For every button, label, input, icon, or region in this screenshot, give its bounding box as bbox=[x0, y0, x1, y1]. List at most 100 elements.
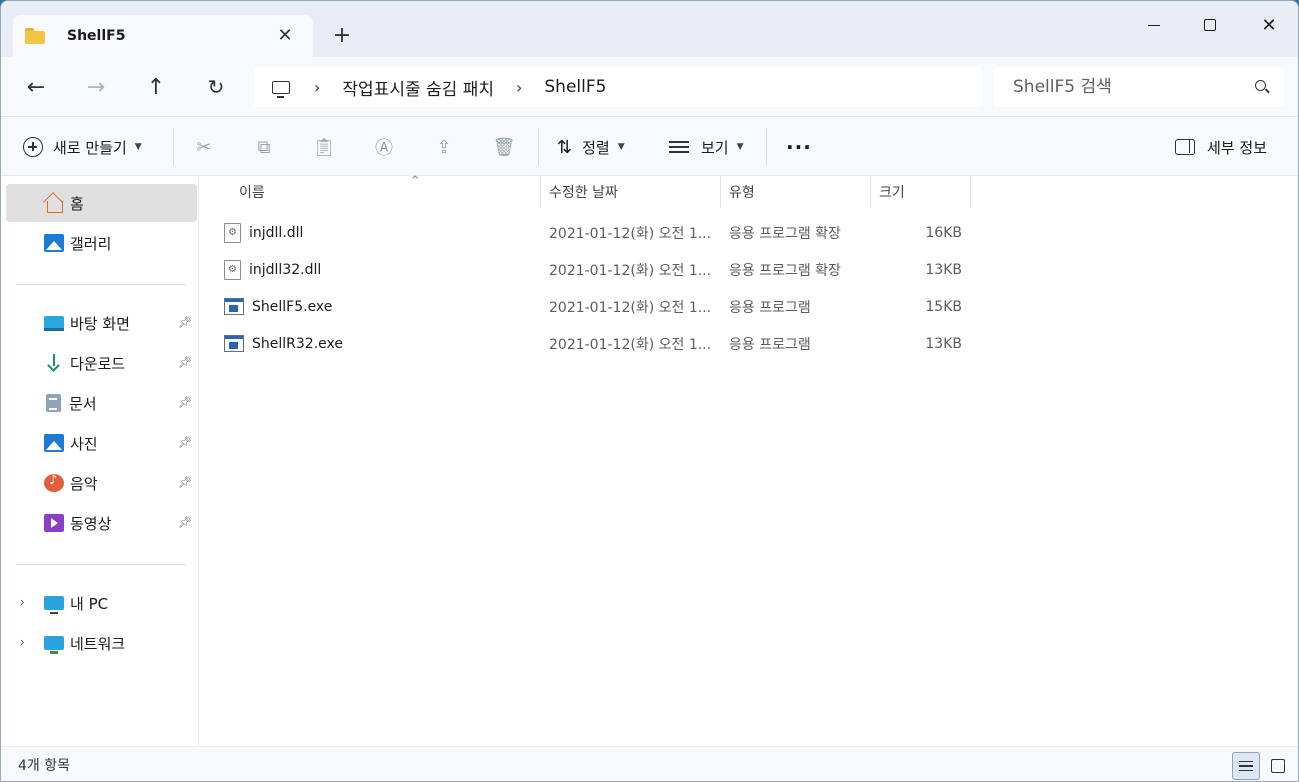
file-type: 응용 프로그램 확장 bbox=[729, 262, 841, 279]
file-date: 2021-01-12(화) 오전 1... bbox=[549, 299, 712, 316]
sidebar-item-pictures[interactable]: 사진 📌︎ bbox=[6, 424, 197, 462]
column-header-size[interactable]: 크기 bbox=[871, 176, 971, 208]
sidebar-item-desktop[interactable]: 바탕 화면 📌︎ bbox=[6, 304, 197, 342]
new-button[interactable]: 새로 만들기 ▼ bbox=[23, 132, 142, 162]
sidebar-item-music[interactable]: 음악 📌︎ bbox=[6, 464, 197, 502]
breadcrumb-separator-icon[interactable]: › bbox=[516, 78, 522, 97]
chevron-down-icon: ▼ bbox=[736, 142, 744, 152]
title-bar: ShellF5 ✕ + ✕ bbox=[1, 1, 1298, 57]
rename-icon[interactable]: Ⓐ bbox=[373, 136, 395, 159]
share-icon[interactable]: ⇪ bbox=[433, 136, 455, 158]
table-row[interactable]: injdll32.dll 2021-01-12(화) 오전 1... 응용 프로… bbox=[214, 251, 974, 288]
sidebar-item-label: 다운로드 bbox=[70, 354, 126, 373]
toolbar-divider bbox=[173, 128, 174, 166]
search-input[interactable] bbox=[1013, 77, 1243, 97]
breadcrumb-separator-icon[interactable]: › bbox=[314, 78, 320, 97]
view-button-label: 보기 bbox=[701, 138, 729, 157]
chevron-right-icon[interactable]: › bbox=[20, 595, 25, 609]
file-name-cell[interactable]: injdll.dll bbox=[224, 214, 303, 251]
gallery-icon bbox=[44, 234, 64, 252]
maximize-button[interactable] bbox=[1187, 11, 1233, 39]
column-header-type[interactable]: 유형 bbox=[721, 176, 871, 208]
minimize-button[interactable] bbox=[1131, 11, 1177, 39]
delete-icon[interactable]: 🗑︎ bbox=[493, 136, 516, 158]
search-box[interactable] bbox=[993, 67, 1284, 107]
table-row[interactable]: ShellR32.exe 2021-01-12(화) 오전 1... 응용 프로… bbox=[214, 325, 974, 362]
table-row[interactable]: ShellF5.exe 2021-01-12(화) 오전 1... 응용 프로그… bbox=[214, 288, 974, 325]
tab-title: ShellF5 bbox=[67, 28, 126, 44]
address-row: ← → ↑ ↻ › 작업표시줄 숨김 패치 › ShellF5 bbox=[1, 57, 1298, 117]
sidebar-item-label: 음악 bbox=[70, 474, 98, 493]
pin-icon[interactable]: 📌︎ bbox=[178, 516, 192, 529]
tiles-view-icon bbox=[1271, 759, 1285, 773]
search-icon[interactable] bbox=[1255, 80, 1266, 91]
cut-icon[interactable]: ✂ bbox=[193, 136, 215, 158]
file-size: 16KB bbox=[925, 224, 962, 241]
exe-file-icon bbox=[224, 298, 244, 315]
back-button[interactable]: ← bbox=[19, 72, 53, 102]
sidebar-item-label: 내 PC bbox=[70, 594, 109, 613]
details-pane-button[interactable]: 세부 정보 bbox=[1175, 132, 1267, 162]
pin-icon[interactable]: 📌︎ bbox=[178, 476, 192, 489]
arrow-left-icon: ← bbox=[26, 74, 46, 100]
pin-icon[interactable]: 📌︎ bbox=[178, 396, 192, 409]
column-header-label: 크기 bbox=[879, 185, 905, 201]
details-view-button[interactable] bbox=[1232, 752, 1260, 780]
up-button[interactable]: ↑ bbox=[139, 72, 173, 102]
refresh-button[interactable]: ↻ bbox=[199, 72, 233, 102]
sidebar-item-downloads[interactable]: 다운로드 📌︎ bbox=[6, 344, 197, 382]
file-name-cell[interactable]: ShellF5.exe bbox=[224, 288, 332, 325]
details-view-icon bbox=[1239, 761, 1253, 771]
more-options-button[interactable]: ··· bbox=[786, 132, 812, 162]
new-tab-button[interactable]: + bbox=[331, 25, 353, 47]
sidebar-item-videos[interactable]: 동영상 📌︎ bbox=[6, 504, 197, 542]
pc-icon[interactable] bbox=[272, 80, 290, 98]
forward-button[interactable]: → bbox=[79, 72, 113, 102]
file-list: 이름 ^ 수정한 날짜 유형 크기 injdll.dll 2021-01-12(… bbox=[200, 175, 1298, 746]
sidebar-item-home[interactable]: 홈 bbox=[6, 184, 197, 222]
sidebar-item-label: 문서 bbox=[69, 394, 97, 413]
item-count: 4개 항목 bbox=[18, 758, 70, 774]
column-header-name[interactable]: 이름 ^ bbox=[231, 175, 541, 208]
tab-shellf5[interactable]: ShellF5 ✕ bbox=[13, 15, 313, 57]
table-row[interactable]: injdll.dll 2021-01-12(화) 오전 1... 응용 프로그램… bbox=[214, 214, 974, 251]
close-icon: ✕ bbox=[1261, 14, 1277, 36]
tiles-view-button[interactable] bbox=[1264, 752, 1292, 780]
pictures-icon bbox=[44, 434, 64, 452]
copy-icon[interactable]: ⧉ bbox=[253, 136, 275, 158]
sidebar-divider bbox=[16, 564, 186, 565]
command-bar: 새로 만들기 ▼ ✂ ⧉ 📋︎ Ⓐ ⇪ 🗑︎ ⇅ 정렬 ▼ 보기 ▼ ··· 세… bbox=[1, 118, 1298, 176]
pin-icon[interactable]: 📌︎ bbox=[178, 436, 192, 449]
sidebar-item-label: 홈 bbox=[70, 194, 84, 213]
column-header-date[interactable]: 수정한 날짜 bbox=[541, 176, 721, 208]
column-header-label: 수정한 날짜 bbox=[549, 185, 618, 201]
download-icon bbox=[44, 354, 64, 372]
more-icon: ··· bbox=[786, 135, 812, 159]
sidebar-item-gallery[interactable]: 갤러리 bbox=[6, 224, 197, 262]
close-window-button[interactable]: ✕ bbox=[1246, 11, 1292, 39]
file-type: 응용 프로그램 확장 bbox=[729, 225, 841, 242]
breadcrumb-item[interactable]: 작업표시줄 숨김 패치 bbox=[342, 75, 494, 100]
desktop-icon bbox=[44, 315, 64, 331]
sidebar-item-network[interactable]: › 네트워크 bbox=[6, 624, 197, 662]
sidebar-item-documents[interactable]: 문서 📌︎ bbox=[6, 384, 197, 422]
file-name-cell[interactable]: ShellR32.exe bbox=[224, 325, 343, 362]
sort-button[interactable]: ⇅ 정렬 ▼ bbox=[557, 132, 625, 162]
column-header-label: 유형 bbox=[729, 185, 755, 201]
file-date: 2021-01-12(화) 오전 1... bbox=[549, 225, 712, 242]
address-bar[interactable]: › 작업표시줄 숨김 패치 › ShellF5 bbox=[254, 67, 982, 107]
tab-close-icon[interactable]: ✕ bbox=[275, 25, 295, 46]
sidebar-item-this-pc[interactable]: › 내 PC bbox=[6, 584, 197, 622]
breadcrumb-item[interactable]: ShellF5 bbox=[544, 77, 606, 97]
file-name-cell[interactable]: injdll32.dll bbox=[224, 251, 321, 288]
file-size: 13KB bbox=[925, 335, 962, 352]
folder-icon bbox=[25, 28, 45, 44]
pin-icon[interactable]: 📌︎ bbox=[178, 316, 192, 329]
exe-file-icon bbox=[224, 335, 244, 352]
pin-icon[interactable]: 📌︎ bbox=[178, 356, 192, 369]
paste-icon[interactable]: 📋︎ bbox=[313, 136, 336, 158]
details-pane-label: 세부 정보 bbox=[1207, 138, 1267, 157]
column-header-label: 이름 bbox=[239, 185, 265, 201]
view-button[interactable]: 보기 ▼ bbox=[669, 132, 744, 162]
chevron-right-icon[interactable]: › bbox=[20, 635, 25, 649]
